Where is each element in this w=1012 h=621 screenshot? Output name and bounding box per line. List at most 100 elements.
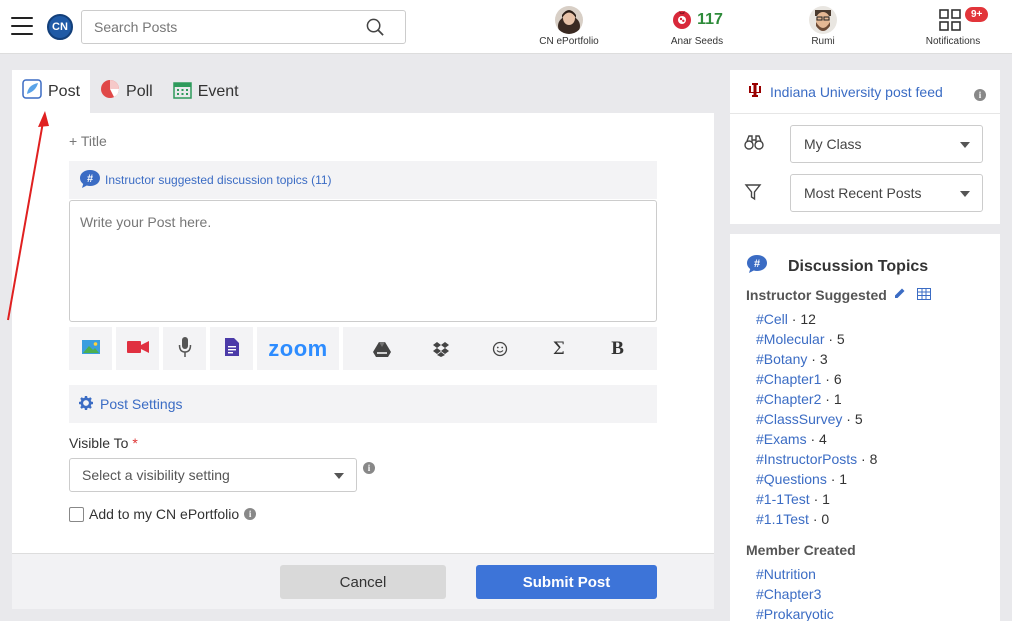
member-created-label: Member Created	[746, 542, 856, 558]
topic-tag-link[interactable]: #ClassSurvey	[756, 411, 842, 427]
eportfolio-avatar	[555, 6, 583, 34]
list-item: #1.1Test · 0	[756, 509, 877, 529]
eportfolio-info-icon[interactable]: i	[244, 508, 257, 520]
list-item: #Chapter2 · 1	[756, 389, 877, 409]
list-item: #Molecular · 5	[756, 329, 877, 349]
list-item: #Questions · 1	[756, 469, 877, 489]
topic-tag-link[interactable]: #Cell	[756, 311, 788, 327]
topic-tag-link[interactable]: #1-1Test	[756, 491, 810, 507]
document-icon	[224, 337, 240, 360]
sigma-icon[interactable]: Σ	[544, 334, 574, 364]
submit-post-button[interactable]: Submit Post	[476, 565, 657, 599]
topic-tag-link[interactable]: #Exams	[756, 431, 807, 447]
svg-text:#: #	[754, 258, 760, 270]
discussion-topics-heading: # Discussion Topics	[746, 254, 928, 279]
post-textarea[interactable]	[69, 200, 657, 322]
google-drive-icon[interactable]	[367, 334, 397, 364]
topic-tag-link[interactable]: #InstructorPosts	[756, 451, 857, 467]
cancel-button[interactable]: Cancel	[280, 565, 446, 599]
topic-tag-link[interactable]: #Chapter2	[756, 391, 821, 407]
binoculars-icon	[744, 134, 790, 154]
list-item: #ClassSurvey · 5	[756, 409, 877, 429]
image-icon	[81, 339, 101, 358]
feather-icon	[22, 79, 48, 104]
seeds-label: Anar Seeds	[670, 36, 724, 47]
list-item: #Nutrition	[756, 564, 834, 584]
visibility-info-icon[interactable]: i	[363, 462, 375, 474]
filter-funnel-icon	[744, 183, 790, 204]
post-composer: + Title # Instructor suggested discussio…	[12, 113, 714, 553]
topic-tag-link[interactable]: #Prokaryotic	[756, 606, 834, 621]
rumi-nav[interactable]: Rumi	[800, 6, 846, 47]
attachment-tools: Σ B	[343, 327, 657, 370]
zoom-logo-text: zoom	[268, 335, 328, 361]
topic-count: · 3	[807, 351, 828, 367]
topic-count: · 6	[821, 371, 842, 387]
topic-count: · 1	[826, 471, 848, 487]
seed-count: 117	[697, 11, 723, 28]
list-item: #Cell · 12	[756, 309, 877, 329]
zoom-button[interactable]: zoom	[257, 327, 339, 370]
notifications-nav[interactable]: 9+ Notifications	[922, 6, 989, 47]
document-button[interactable]	[210, 327, 253, 370]
visibility-select-value: Select a visibility setting	[82, 467, 230, 483]
instructor-suggested-heading: Instructor Suggested	[746, 287, 931, 303]
tab-poll[interactable]: Poll	[90, 70, 163, 113]
post-settings-bar[interactable]: Post Settings	[69, 385, 657, 423]
dropbox-icon[interactable]	[426, 334, 456, 364]
topic-tag-link[interactable]: #Chapter3	[756, 586, 821, 602]
microphone-icon	[178, 336, 192, 361]
search-icon[interactable]	[366, 18, 385, 40]
emoji-icon[interactable]	[485, 334, 515, 364]
list-item: #Exams · 4	[756, 429, 877, 449]
menu-icon[interactable]	[11, 17, 33, 35]
feed-title-link[interactable]: Indiana University post feed	[770, 84, 943, 100]
anar-seeds-nav[interactable]: 117 Anar Seeds	[666, 6, 728, 47]
eportfolio-nav[interactable]: CN ePortfolio	[536, 6, 602, 47]
tab-event[interactable]: Event	[163, 70, 249, 113]
member-tag-list: #Nutrition #Chapter3 #Prokaryotic	[756, 564, 834, 621]
rumi-avatar	[809, 6, 837, 34]
audio-button[interactable]	[163, 327, 206, 370]
topic-tag-link[interactable]: #Nutrition	[756, 566, 816, 582]
eportfolio-checkbox[interactable]	[69, 506, 84, 522]
visibility-select[interactable]: Select a visibility setting	[69, 458, 357, 492]
topic-tag-link[interactable]: #Chapter1	[756, 371, 821, 387]
suggested-topics-text: Instructor suggested discussion topics (…	[105, 173, 332, 187]
cn-logo[interactable]: CN	[47, 14, 73, 40]
topic-tag-link[interactable]: #Molecular	[756, 331, 824, 347]
tab-post[interactable]: Post	[12, 70, 91, 113]
media-toolbar: zoom Σ B	[69, 327, 657, 370]
topic-count: · 5	[842, 411, 863, 427]
list-item: #InstructorPosts · 8	[756, 449, 877, 469]
sort-select[interactable]: Most Recent Posts	[790, 174, 983, 212]
eportfolio-label: CN ePortfolio	[539, 36, 599, 47]
topic-tag-link[interactable]: #1.1Test	[756, 511, 809, 527]
video-button[interactable]	[116, 327, 159, 370]
class-select-value: My Class	[804, 136, 862, 152]
list-item: #Botany · 3	[756, 349, 877, 369]
search-box	[81, 10, 406, 44]
post-settings-label: Post Settings	[100, 396, 183, 412]
notification-badge: 9+	[965, 7, 989, 22]
bold-icon[interactable]: B	[603, 334, 633, 364]
tab-poll-label: Poll	[126, 82, 153, 100]
class-select[interactable]: My Class	[790, 125, 983, 163]
suggested-topics-bar[interactable]: # Instructor suggested discussion topics…	[69, 161, 657, 199]
add-title-link[interactable]: + Title	[69, 133, 107, 149]
pie-chart-icon	[100, 79, 126, 104]
notifications-label: Notifications	[925, 36, 981, 47]
list-item: #Prokaryotic	[756, 604, 834, 621]
topic-tag-link[interactable]: #Questions	[756, 471, 827, 487]
topic-count: · 4	[806, 431, 827, 447]
search-input[interactable]	[82, 11, 352, 43]
feed-info-icon[interactable]: i	[974, 89, 986, 101]
topic-tag-link[interactable]: #Botany	[756, 351, 807, 367]
table-icon[interactable]	[916, 287, 931, 303]
pencil-edit-icon[interactable]	[893, 287, 906, 303]
discussion-topics-card: # Discussion Topics Instructor Suggested…	[730, 234, 1000, 621]
topic-count: · 1	[809, 491, 830, 507]
feed-filter-card: Indiana University post feed i My Class …	[730, 70, 1000, 224]
topic-count: · 5	[824, 331, 845, 347]
image-button[interactable]	[69, 327, 112, 370]
